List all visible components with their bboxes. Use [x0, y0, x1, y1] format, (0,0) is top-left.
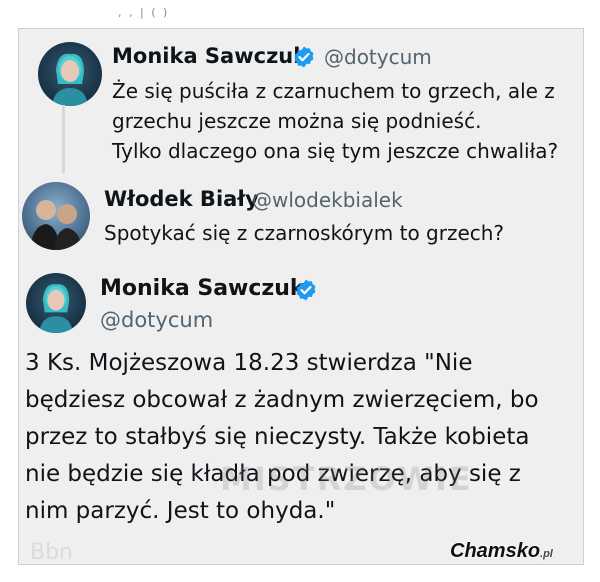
chamsko-logo-text: Chamsko — [450, 540, 541, 562]
chamsko-logo: Chamsko.pl — [450, 540, 553, 563]
author-name[interactable]: Włodek Biały — [104, 187, 259, 211]
tweet-text: Spotykać się z czarnoskórym to grzech? — [104, 221, 505, 245]
main-tweet-text: 3 Ks. Mojżeszowa 18.23 stwierdza "Nie bę… — [25, 350, 539, 524]
avatar-photo-icon — [30, 200, 82, 250]
author-handle[interactable]: @dotycum — [100, 308, 213, 332]
avatar-monika[interactable] — [38, 42, 102, 106]
thread-connector — [62, 105, 65, 173]
author-handle[interactable]: @dotycum — [324, 45, 432, 69]
avatar-photo-icon — [39, 284, 73, 333]
watermark-mistrzowie: MISTRZOWIE — [220, 460, 473, 498]
author-handle[interactable]: @wlodekbialek — [252, 188, 403, 212]
author-name[interactable]: Monika Sawczuk — [100, 276, 305, 301]
cropped-top-text: , , | ( ) — [118, 6, 170, 19]
verified-badge-icon — [296, 279, 316, 301]
avatar-wlodek[interactable] — [22, 182, 90, 250]
tweet-text: Że się puściła z czarnuchem to grzech, a… — [112, 79, 559, 163]
watermark-faint: Bbn — [30, 540, 74, 565]
chamsko-logo-suffix: .pl — [540, 548, 553, 560]
avatar-monika[interactable] — [26, 273, 86, 333]
author-name[interactable]: Monika Sawczuk — [112, 44, 307, 68]
verified-badge-icon — [294, 46, 314, 68]
avatar-photo-icon — [52, 53, 88, 106]
